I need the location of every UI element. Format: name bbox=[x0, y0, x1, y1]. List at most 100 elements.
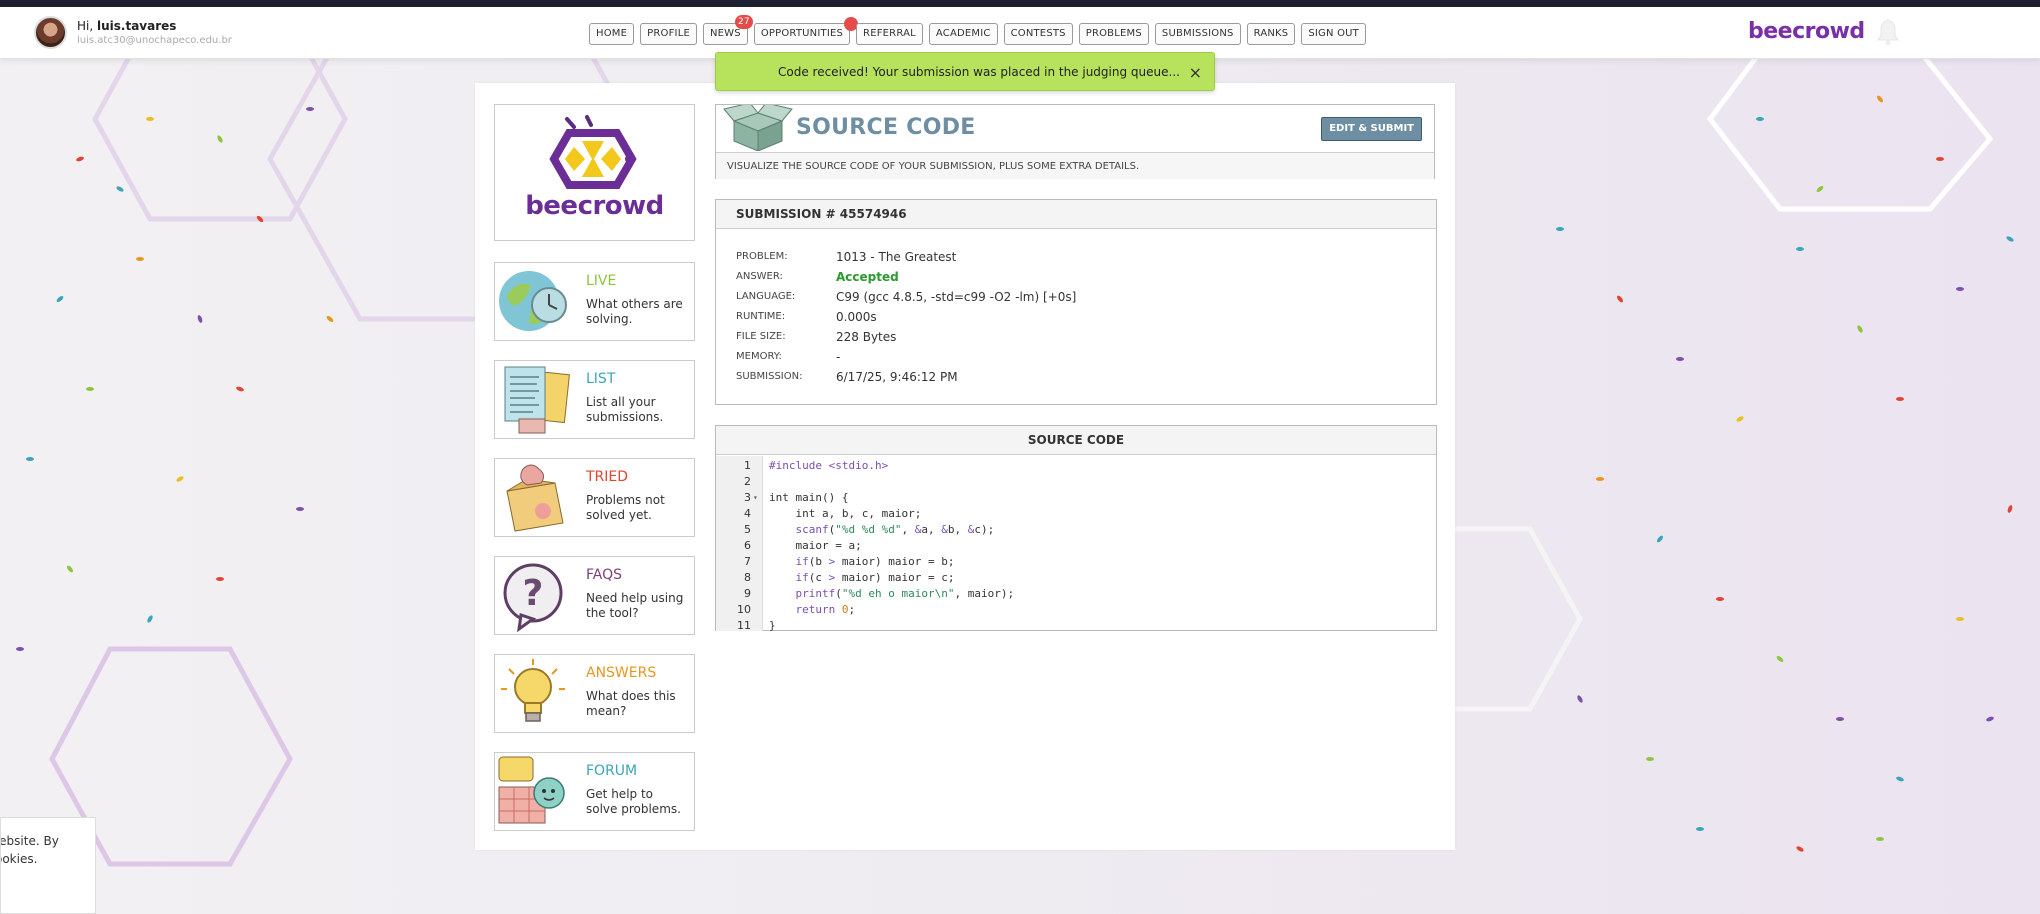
line-number: 2 bbox=[744, 475, 751, 488]
line-number: 7 bbox=[744, 555, 751, 568]
page-subtitle: VISUALIZE THE SOURCE CODE OF YOUR SUBMIS… bbox=[716, 152, 1434, 179]
bee-hexagon-logo-icon bbox=[549, 115, 637, 189]
line-number: 1 bbox=[744, 459, 751, 472]
problem-link[interactable]: 1013 - The Greatest bbox=[836, 250, 956, 264]
menu-label: SUBMISSIONS bbox=[1161, 28, 1234, 39]
code-line: 7 if(b > maior) maior = b; bbox=[716, 554, 1436, 570]
menu-submissions-button[interactable]: SUBMISSIONS bbox=[1154, 23, 1241, 45]
code-line: 11} bbox=[716, 618, 1436, 634]
info-key: LANGUAGE: bbox=[736, 291, 796, 302]
menu-label: PROFILE bbox=[647, 28, 690, 39]
side-card-title: FORUM bbox=[586, 763, 638, 779]
question-bubble-icon: ? bbox=[503, 563, 563, 632]
line-number: 10 bbox=[737, 603, 751, 616]
submission-info-box: SUBMISSION # 45574946 PROBLEM: 1013 - Th… bbox=[715, 199, 1437, 405]
code-line: 1 #include <stdio.h> bbox=[716, 458, 1436, 474]
beecrowd-logo-card[interactable]: beecrowd bbox=[494, 104, 695, 241]
info-value: 0.000s bbox=[836, 310, 877, 324]
menu-signout-button[interactable]: SIGN OUT bbox=[1301, 23, 1366, 45]
code-editor[interactable]: 1 #include <stdio.h> 2 3 ▾ int main() {4 int … bbox=[716, 456, 1436, 634]
info-key: SUBMISSION: bbox=[736, 371, 803, 382]
menu-contests-button[interactable]: CONTESTS bbox=[1003, 23, 1073, 45]
side-card-forum[interactable]: FORUM Get help to solve problems. bbox=[494, 752, 695, 831]
code-line: 5 scanf("%d %d %d", &a, &b, &c); bbox=[716, 522, 1436, 538]
cookie-banner: ur website. By of cookies. bbox=[0, 817, 96, 914]
side-card-desc: What does this mean? bbox=[586, 689, 676, 718]
username: luis.tavares bbox=[97, 19, 177, 33]
menu-news-button[interactable]: NEWS 27 bbox=[702, 15, 753, 45]
close-icon[interactable]: × bbox=[1189, 53, 1202, 92]
code-text: return 0; bbox=[795, 603, 856, 616]
menu-referral-button[interactable]: REFERRAL bbox=[856, 23, 923, 45]
menu-academic-button[interactable]: ACADEMIC bbox=[928, 23, 998, 45]
info-key: FILE SIZE: bbox=[736, 331, 786, 342]
info-key: ANSWER: bbox=[736, 271, 783, 282]
news-count-badge: 27 bbox=[734, 15, 753, 29]
user-greeting: Hi, luis.tavares bbox=[77, 19, 232, 33]
side-card-desc: Problems not solved yet. bbox=[586, 493, 665, 522]
code-text: if(b > maior) maior = b; bbox=[795, 555, 955, 568]
side-card-desc: List all your submissions. bbox=[586, 395, 664, 424]
top-accent-bar bbox=[0, 0, 2040, 7]
side-card-title: ANSWERS bbox=[586, 665, 657, 681]
line-number: 4 bbox=[744, 507, 751, 520]
menu-profile-button[interactable]: PROFILE bbox=[640, 23, 697, 45]
code-text: int a, b, c, maior; bbox=[769, 507, 922, 520]
info-key: MEMORY: bbox=[736, 351, 782, 362]
menu-home-button[interactable]: HOME bbox=[589, 23, 635, 45]
brand-logo[interactable]: beecrowd bbox=[1748, 19, 1865, 44]
side-card-faqs[interactable]: ? FAQS Need help using the tool? bbox=[494, 556, 695, 635]
line-number: 5 bbox=[744, 523, 751, 536]
side-card-answers[interactable]: ANSWERS What does this mean? bbox=[494, 654, 695, 733]
side-card-desc: What others are solving. bbox=[586, 297, 683, 326]
menu-ranks-button[interactable]: RANKS bbox=[1246, 23, 1296, 45]
source-code-box: SOURCE CODE 1 #include <stdio.h> 2 3 ▾ int ma… bbox=[715, 425, 1437, 634]
code-line: 4 int a, b, c, maior; bbox=[716, 506, 1436, 522]
menu-label: SIGN OUT bbox=[1308, 28, 1359, 39]
page-title: SOURCE CODE bbox=[796, 115, 976, 140]
code-line: 8 if(c > maior) maior = c; bbox=[716, 570, 1436, 586]
fold-arrow-icon[interactable]: ▾ bbox=[753, 490, 758, 506]
trash-box-icon bbox=[506, 464, 564, 532]
code-text: #include <stdio.h> bbox=[769, 459, 889, 472]
code-text: printf("%d eh o maior\n", maior); bbox=[795, 587, 1015, 600]
line-number: 6 bbox=[744, 539, 751, 552]
code-line: 3 ▾ int main() { bbox=[716, 490, 1436, 506]
side-card-title: LIST bbox=[586, 371, 616, 387]
menu-label: OPPORTUNITIES bbox=[760, 28, 844, 39]
greeting-label: Hi, bbox=[77, 19, 94, 33]
side-card-tried[interactable]: TRIED Problems not solved yet. bbox=[494, 458, 695, 537]
menu-opportunities-button[interactable]: OPPORTUNITIES bbox=[753, 17, 859, 45]
side-card-desc: Need help using the tool? bbox=[586, 591, 684, 620]
lightbulb-icon bbox=[501, 659, 565, 722]
side-card-title: FAQS bbox=[586, 567, 623, 583]
code-line: 2 bbox=[716, 474, 1436, 490]
avatar[interactable] bbox=[34, 16, 67, 49]
user-info[interactable]: Hi, luis.tavares luis.atc30@unochapeco.e… bbox=[34, 16, 232, 49]
logo-wordmark: beecrowd bbox=[525, 191, 664, 221]
chat-bubbles-icon bbox=[498, 756, 565, 824]
submission-toast: Code received! Your submission was place… bbox=[715, 52, 1215, 91]
code-line: 9 printf("%d eh o maior\n", maior); bbox=[716, 586, 1436, 602]
line-number: 3 bbox=[744, 491, 751, 504]
cookie-text-line: ur website. By bbox=[1, 834, 59, 848]
side-card-live[interactable]: LIVE What others are solving. bbox=[494, 262, 695, 341]
side-card-desc: Get help to solve problems. bbox=[586, 787, 681, 816]
cookie-text-line: of cookies. bbox=[1, 852, 38, 866]
toast-message: Code received! Your submission was place… bbox=[778, 65, 1180, 79]
papers-icon bbox=[504, 366, 570, 434]
code-line: 6 maior = a; bbox=[716, 538, 1436, 554]
edit-submit-button[interactable]: EDIT & SUBMIT bbox=[1321, 117, 1422, 141]
info-value: 6/17/25, 9:46:12 PM bbox=[836, 370, 958, 384]
menu-problems-button[interactable]: PROBLEMS bbox=[1078, 23, 1149, 45]
info-value: - bbox=[836, 350, 841, 364]
info-value: C99 (gcc 4.8.5, -std=c99 -O2 -lm) [+0s] bbox=[836, 290, 1077, 304]
info-value: 228 Bytes bbox=[836, 330, 897, 344]
menu-label: CONTESTS bbox=[1010, 28, 1066, 39]
globe-clock-icon bbox=[499, 271, 567, 331]
code-text: if(c > maior) maior = c; bbox=[795, 571, 955, 584]
menu-label: HOME bbox=[596, 28, 628, 39]
line-number: 8 bbox=[744, 571, 751, 584]
bell-icon[interactable] bbox=[1876, 18, 1900, 46]
side-card-list[interactable]: LIST List all your submissions. bbox=[494, 360, 695, 439]
